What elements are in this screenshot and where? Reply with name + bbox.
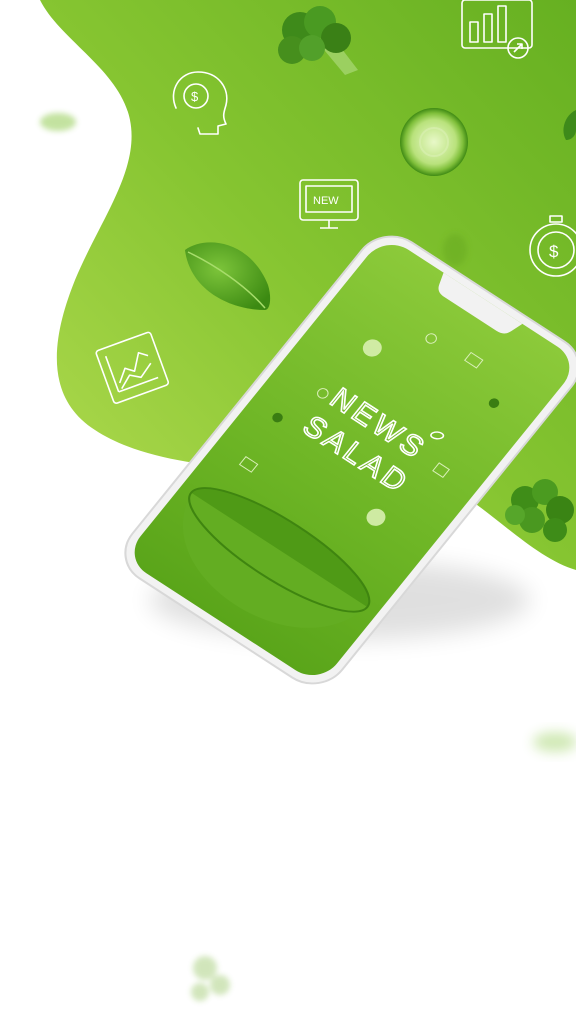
svg-text:$: $ [191,89,199,104]
blurred-leaf [443,234,467,266]
cucumber-slice-image [400,108,468,176]
blurred-leaf [533,732,576,752]
splash-background: $ NEW $ NEWS SALAD [40,0,576,1001]
blurred-leaf [40,113,76,131]
blurred-herb [191,956,230,1001]
new-badge-label: NEW [313,195,339,207]
svg-text:$: $ [549,242,559,261]
